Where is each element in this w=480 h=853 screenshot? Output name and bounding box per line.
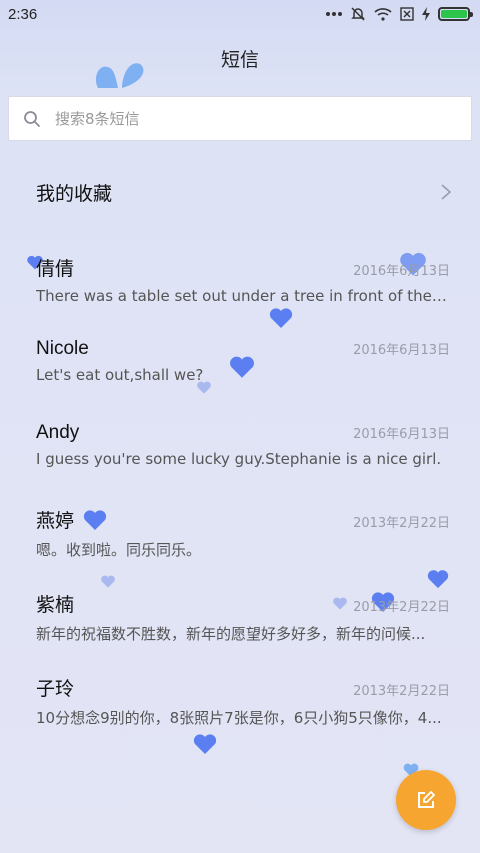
message-date: 2013年2月22日 [353, 516, 450, 531]
search-bar[interactable] [8, 96, 472, 141]
message-date: 2016年6月13日 [353, 264, 450, 279]
message-date: 2013年2月22日 [353, 600, 450, 615]
message-preview: There was a table set out under a tree i… [36, 287, 450, 305]
status-time: 2:36 [8, 5, 38, 23]
contact-name: 紫楠 [36, 595, 75, 616]
contact-name: Andy [36, 422, 80, 443]
contact-name: 燕婷 [36, 511, 75, 532]
page-title: 短信 [220, 48, 259, 71]
message-preview: 嗯。收到啦。同乐同乐。 [36, 541, 202, 559]
no-sim-icon [400, 7, 414, 21]
list-item[interactable]: 子玲 2013年2月22日 10分想念9别的你，8张照片7张是你，6只小狗5只像… [0, 654, 480, 738]
list-item[interactable]: 燕婷 2013年2月22日 嗯。收到啦。同乐同乐。 [0, 486, 480, 570]
status-icons [326, 6, 473, 22]
search-input[interactable] [55, 109, 435, 128]
compose-button[interactable] [396, 770, 456, 830]
contact-name: Nicole [36, 338, 89, 359]
more-dots-icon [326, 12, 342, 16]
contact-name: 倩倩 [36, 259, 75, 280]
message-preview: 新年的祝福数不胜数，新年的愿望好多好多，新年的问候... [36, 625, 426, 643]
message-date: 2013年2月22日 [353, 684, 450, 699]
search-icon [24, 110, 40, 127]
wifi-icon [374, 8, 392, 21]
header: 短信 [0, 40, 480, 76]
list-item[interactable]: 紫楠 2013年2月22日 新年的祝福数不胜数，新年的愿望好多好多，新年的问候.… [0, 570, 480, 654]
mute-bell-icon [351, 7, 365, 21]
charging-icon [422, 7, 430, 21]
message-preview: 10分想念9别的你，8张照片7张是你，6只小狗5只像你，4... [36, 709, 442, 727]
list-item[interactable]: Andy 2016年6月13日 I guess you're some luck… [0, 402, 480, 486]
status-bar: 2:36 [0, 0, 480, 28]
list-item[interactable]: 倩倩 2016年6月13日 There was a table set out … [0, 234, 480, 318]
conversation-list: 我的收藏 倩倩 2016年6月13日 There was a table set… [0, 150, 480, 738]
message-date: 2016年6月13日 [353, 343, 450, 358]
list-item[interactable]: Nicole 2016年6月13日 Let's eat out,shall we… [0, 318, 480, 402]
chevron-right-icon [441, 184, 452, 200]
compose-icon [418, 791, 435, 808]
message-date: 2016年6月13日 [353, 427, 450, 442]
battery-icon [438, 7, 473, 21]
favorites-label: 我的收藏 [36, 182, 113, 205]
favorites-row[interactable]: 我的收藏 [0, 150, 480, 234]
contact-name: 子玲 [36, 679, 75, 700]
message-preview: I guess you're some lucky guy.Stephanie … [36, 450, 442, 468]
message-preview: Let's eat out,shall we? [36, 366, 204, 384]
